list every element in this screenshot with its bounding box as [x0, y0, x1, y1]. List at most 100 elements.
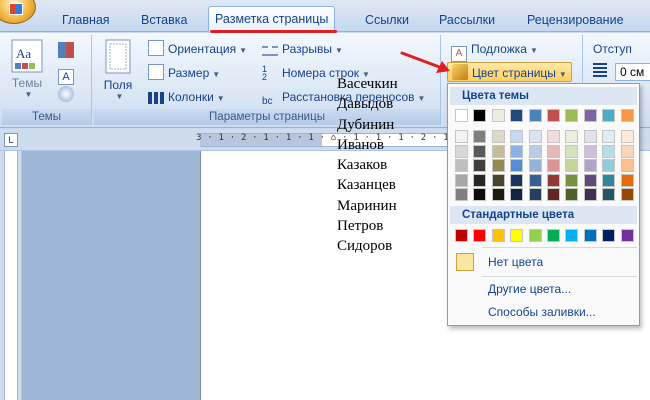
- theme-shade-swatch[interactable]: [583, 144, 597, 158]
- theme-shade-swatch[interactable]: [602, 144, 616, 158]
- tab-references[interactable]: Ссылки: [359, 10, 415, 32]
- chevron-down-icon: ▼: [24, 90, 33, 99]
- page-color-button[interactable]: Цвет страницы ▼: [447, 62, 572, 82]
- theme-shade-swatch[interactable]: [491, 144, 505, 158]
- theme-color-swatch[interactable]: [528, 109, 542, 122]
- theme-shade-swatch[interactable]: [455, 144, 468, 158]
- theme-shade-swatch[interactable]: [473, 159, 487, 172]
- theme-shade-swatch[interactable]: [547, 130, 560, 143]
- themes-button[interactable]: Aa Темы ▼: [8, 39, 46, 99]
- theme-color-swatch[interactable]: [491, 109, 505, 122]
- theme-shade-swatch[interactable]: [565, 173, 579, 187]
- theme-shade-swatch[interactable]: [491, 173, 505, 187]
- theme-color-swatch[interactable]: [583, 109, 597, 122]
- theme-shade-swatch[interactable]: [583, 173, 597, 187]
- tab-page-layout[interactable]: Разметка страницы: [208, 6, 336, 33]
- theme-shade-swatch[interactable]: [565, 130, 579, 143]
- theme-shade-swatch[interactable]: [583, 188, 597, 201]
- theme-shade-swatch[interactable]: [455, 130, 468, 143]
- theme-shade-swatch[interactable]: [620, 144, 634, 158]
- theme-color-swatch[interactable]: [547, 109, 560, 122]
- standard-color-swatch[interactable]: [547, 229, 560, 242]
- theme-shade-swatch[interactable]: [473, 173, 487, 187]
- theme-shade-swatch[interactable]: [510, 188, 524, 201]
- theme-shade-swatch[interactable]: [565, 144, 579, 158]
- office-button[interactable]: [0, 0, 36, 24]
- theme-color-swatch[interactable]: [510, 109, 524, 122]
- standard-color-swatch[interactable]: [620, 229, 634, 242]
- standard-color-swatch[interactable]: [602, 229, 616, 242]
- tab-insert[interactable]: Вставка: [135, 10, 193, 32]
- theme-shade-swatch[interactable]: [491, 188, 505, 201]
- theme-shade-swatch[interactable]: [547, 188, 560, 201]
- theme-shade-swatch[interactable]: [528, 173, 542, 187]
- theme-shade-swatch[interactable]: [583, 159, 597, 172]
- theme-shade-swatch[interactable]: [510, 173, 524, 187]
- theme-shade-swatch[interactable]: [620, 173, 634, 187]
- theme-shade-swatch[interactable]: [602, 159, 616, 172]
- theme-color-swatch[interactable]: [455, 109, 468, 122]
- theme-colors-button[interactable]: [58, 41, 78, 61]
- theme-shade-swatch[interactable]: [528, 159, 542, 172]
- theme-fonts-button[interactable]: A: [58, 63, 78, 85]
- chevron-down-icon: ▼: [115, 92, 124, 101]
- vertical-ruler[interactable]: [4, 151, 18, 400]
- tab-mailings[interactable]: Рассылки: [433, 10, 501, 32]
- theme-shade-swatch[interactable]: [455, 173, 468, 187]
- chevron-down-icon: ▼: [212, 70, 221, 79]
- margins-button[interactable]: Поля ▼: [100, 39, 136, 101]
- orientation-button[interactable]: Ориентация ▼: [148, 39, 247, 59]
- standard-color-swatch[interactable]: [491, 229, 505, 242]
- theme-shade-swatch[interactable]: [620, 188, 634, 201]
- standard-color-swatch[interactable]: [473, 229, 487, 242]
- page-color-dropdown: Цвета темы Стандартные цвета Нет цвета Д…: [447, 83, 640, 326]
- theme-shade-swatch[interactable]: [510, 130, 524, 143]
- indent-left-input[interactable]: 0 см: [615, 63, 650, 81]
- theme-color-swatch[interactable]: [565, 109, 579, 122]
- office-logo-icon: [9, 3, 23, 15]
- size-button[interactable]: Размер ▼: [148, 63, 220, 83]
- theme-shade-swatch[interactable]: [528, 144, 542, 158]
- theme-shade-swatch[interactable]: [491, 159, 505, 172]
- theme-shade-swatch[interactable]: [547, 173, 560, 187]
- standard-color-swatch[interactable]: [455, 229, 468, 242]
- watermark-button[interactable]: A Подложка ▼: [451, 39, 538, 62]
- theme-shade-swatch[interactable]: [491, 130, 505, 143]
- tab-review[interactable]: Рецензирование: [521, 10, 630, 32]
- theme-color-swatch[interactable]: [473, 109, 487, 122]
- theme-shade-swatch[interactable]: [583, 130, 597, 143]
- theme-shade-swatch[interactable]: [473, 144, 487, 158]
- standard-color-swatch[interactable]: [510, 229, 524, 242]
- theme-color-swatch[interactable]: [620, 109, 634, 122]
- tab-selector-icon[interactable]: L: [4, 133, 18, 147]
- theme-color-swatch[interactable]: [602, 109, 616, 122]
- theme-shade-swatch[interactable]: [602, 173, 616, 187]
- theme-shade-swatch[interactable]: [473, 130, 487, 143]
- no-color-item[interactable]: Нет цвета: [450, 250, 637, 274]
- theme-shade-swatch[interactable]: [620, 159, 634, 172]
- theme-shade-swatch[interactable]: [620, 130, 634, 143]
- theme-shade-swatch[interactable]: [547, 144, 560, 158]
- theme-shade-swatch[interactable]: [528, 188, 542, 201]
- theme-shade-swatch[interactable]: [547, 159, 560, 172]
- no-color-swatch: [456, 253, 474, 271]
- breaks-button[interactable]: Разрывы ▼: [262, 39, 343, 59]
- fill-effects-item[interactable]: Способы заливки...: [450, 300, 637, 324]
- theme-shade-swatch[interactable]: [473, 188, 487, 201]
- theme-shade-swatch[interactable]: [455, 188, 468, 201]
- standard-color-swatch[interactable]: [528, 229, 542, 242]
- theme-shade-swatch[interactable]: [510, 144, 524, 158]
- more-colors-item[interactable]: Другие цвета...: [450, 277, 637, 301]
- standard-color-swatch[interactable]: [583, 229, 597, 242]
- standard-color-swatch[interactable]: [565, 229, 579, 242]
- theme-shade-swatch[interactable]: [565, 159, 579, 172]
- theme-effects-button[interactable]: [58, 85, 78, 105]
- theme-shade-swatch[interactable]: [565, 188, 579, 201]
- columns-button[interactable]: Колонки ▼: [148, 87, 225, 107]
- theme-shade-swatch[interactable]: [455, 159, 468, 172]
- theme-shade-swatch[interactable]: [528, 130, 542, 143]
- theme-shade-swatch[interactable]: [602, 188, 616, 201]
- theme-shade-swatch[interactable]: [602, 130, 616, 143]
- theme-shade-swatch[interactable]: [510, 159, 524, 172]
- tab-home[interactable]: Главная: [56, 10, 116, 32]
